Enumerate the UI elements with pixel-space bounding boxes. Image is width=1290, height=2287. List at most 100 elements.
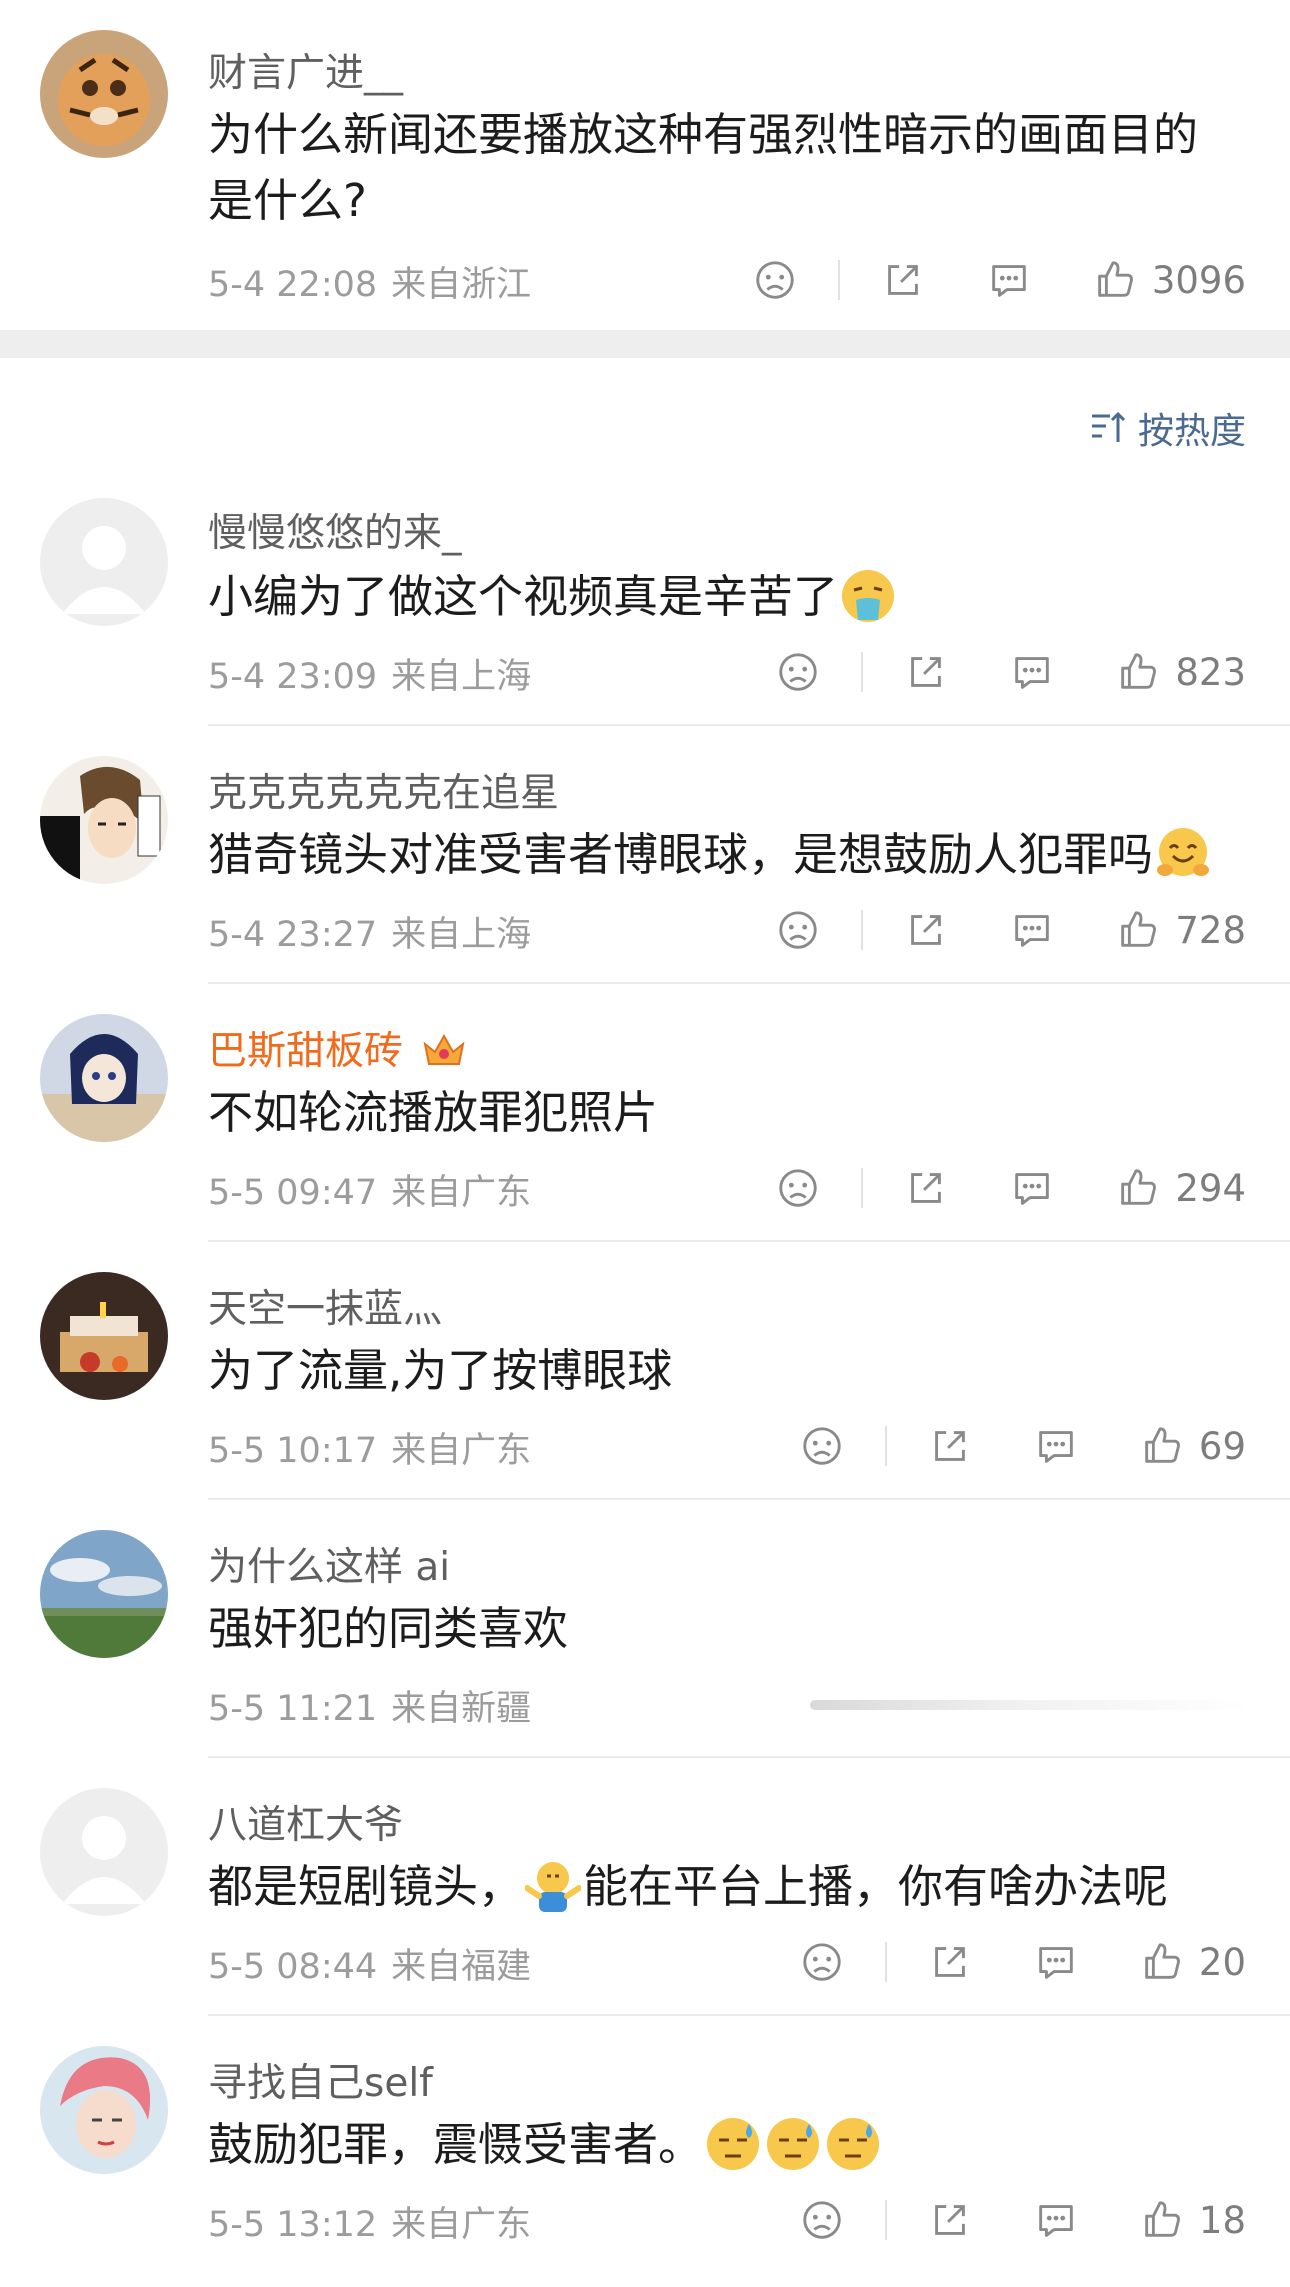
divider: [884, 2200, 887, 2240]
comment-text: 鼓励犯罪，震慑受害者。: [208, 2112, 1238, 2178]
comment-location: 来自上海: [391, 657, 532, 697]
share-icon[interactable]: [903, 649, 949, 695]
divider: [208, 1240, 1290, 1242]
comment-icon[interactable]: [986, 257, 1032, 303]
comment-location: 来自福建: [391, 1947, 532, 1987]
comment-location: 来自新疆: [391, 1689, 532, 1729]
divider: [884, 1426, 887, 1466]
pink-hair-avatar[interactable]: [40, 2046, 168, 2174]
cake-avatar[interactable]: [40, 1272, 168, 1400]
doll-avatar[interactable]: [40, 1014, 168, 1142]
comment-icon[interactable]: [1009, 649, 1055, 695]
comment-icon[interactable]: [1009, 907, 1055, 953]
divider: [884, 1942, 887, 1982]
like-count: 20: [1198, 1940, 1246, 1984]
share-icon[interactable]: [903, 907, 949, 953]
hug-emoji: [1155, 826, 1211, 882]
username[interactable]: 慢慢悠悠的来_: [208, 502, 462, 558]
like-count: 18: [1198, 2198, 1246, 2242]
like-icon[interactable]: [1115, 649, 1161, 695]
comment-text: 为什么新闻还要播放这种有强烈性暗示的画面目的是什么?: [208, 108, 1199, 227]
divider: [208, 2014, 1290, 2016]
divider: [861, 652, 864, 692]
tiger-avatar[interactable]: [40, 30, 168, 158]
sweat-emoji: [825, 2116, 881, 2172]
comment-location: 来自浙江: [391, 265, 532, 305]
dislike-icon[interactable]: [775, 1165, 821, 1211]
comment-meta: 5-4 23:27 来自上海: [208, 906, 531, 957]
comment-meta: 5-5 10:17 来自广东: [208, 1422, 531, 1473]
dislike-icon[interactable]: [775, 649, 821, 695]
divider: [861, 910, 864, 950]
sort-button[interactable]: 按热度: [1088, 402, 1246, 454]
like-icon[interactable]: [1092, 257, 1138, 303]
comment-meta: 5-5 13:12 来自广东: [208, 2196, 531, 2247]
dislike-icon[interactable]: [799, 1423, 845, 1469]
comment-icon[interactable]: [1033, 2197, 1079, 2243]
comment-time: 5-5 08:44: [208, 1947, 378, 1987]
comment-time: 5-4 23:09: [208, 657, 378, 697]
share-icon[interactable]: [927, 1939, 973, 1985]
share-icon[interactable]: [927, 1423, 973, 1469]
sweat-emoji: [765, 2116, 821, 2172]
default-avatar[interactable]: [40, 1788, 168, 1916]
username[interactable]: 财言广进__: [208, 42, 403, 98]
comment-meta: 5-4 22:08 来自浙江: [208, 256, 531, 307]
crown-badge-icon: [421, 1030, 467, 1070]
dislike-icon[interactable]: [799, 2197, 845, 2243]
dislike-icon[interactable]: [752, 257, 798, 303]
comment-location: 来自广东: [391, 2205, 532, 2245]
anime-avatar[interactable]: [40, 756, 168, 884]
comment-text: 强奸犯的同类喜欢: [208, 1602, 569, 1655]
username[interactable]: 寻找自己self: [208, 2052, 433, 2108]
comment-text: 为了流量,为了按博眼球: [208, 1344, 673, 1397]
comment-meta: 5-5 08:44 来自福建: [208, 1938, 531, 1989]
comment-time: 5-5 13:12: [208, 2205, 378, 2245]
divider: [208, 1756, 1290, 1758]
shrug-emoji: [525, 1858, 582, 1914]
vomit-emoji: [840, 568, 896, 624]
loading-placeholder: [810, 1700, 1250, 1710]
like-icon[interactable]: [1139, 1423, 1185, 1469]
share-icon[interactable]: [880, 257, 926, 303]
divider: [208, 1498, 1290, 1500]
comment-location: 来自广东: [391, 1431, 532, 1471]
sort-icon: [1091, 411, 1126, 442]
comment-meta: 5-4 23:09 来自上海: [208, 648, 531, 699]
share-icon[interactable]: [903, 1165, 949, 1211]
share-icon[interactable]: [927, 2197, 973, 2243]
sky-avatar[interactable]: [40, 1530, 168, 1658]
comment-text: 都是短剧镜头， 能在平台上播，你有啥办法呢: [208, 1858, 1169, 1914]
username[interactable]: 八道杠大爷: [208, 1794, 403, 1850]
like-count: 3096: [1151, 258, 1246, 302]
comment-meta: 5-5 11:21 来自新疆: [208, 1680, 531, 1731]
comment-time: 5-5 10:17: [208, 1431, 378, 1471]
divider: [208, 724, 1290, 726]
username[interactable]: 克克克克克克在追星: [208, 762, 559, 818]
comment-icon[interactable]: [1033, 1423, 1079, 1469]
comment-time: 5-5 11:21: [208, 1689, 378, 1729]
like-icon[interactable]: [1139, 1939, 1185, 1985]
comment-icon[interactable]: [1009, 1165, 1055, 1211]
comment-text: 小编为了做这个视频真是辛苦了: [208, 564, 1238, 630]
sort-label: 按热度: [1137, 411, 1246, 452]
like-count: 69: [1198, 1424, 1246, 1468]
comment-location: 来自上海: [391, 915, 532, 955]
like-count: 294: [1175, 1166, 1246, 1210]
like-icon[interactable]: [1139, 2197, 1185, 2243]
comment-time: 5-4 23:27: [208, 915, 378, 955]
dislike-icon[interactable]: [799, 1939, 845, 1985]
default-avatar[interactable]: [40, 498, 168, 626]
comment-text: 不如轮流播放罪犯照片: [208, 1086, 659, 1139]
like-icon[interactable]: [1115, 907, 1161, 953]
divider: [861, 1168, 864, 1208]
username[interactable]: 为什么这样 ai: [208, 1536, 450, 1592]
comment-icon[interactable]: [1033, 1939, 1079, 1985]
username[interactable]: 巴斯甜板砖: [208, 1020, 467, 1076]
like-icon[interactable]: [1115, 1165, 1161, 1211]
section-divider: [0, 330, 1290, 358]
dislike-icon[interactable]: [775, 907, 821, 953]
sweat-emoji: [705, 2116, 761, 2172]
username[interactable]: 天空一抹蓝灬: [208, 1278, 442, 1334]
like-count: 728: [1175, 908, 1246, 952]
